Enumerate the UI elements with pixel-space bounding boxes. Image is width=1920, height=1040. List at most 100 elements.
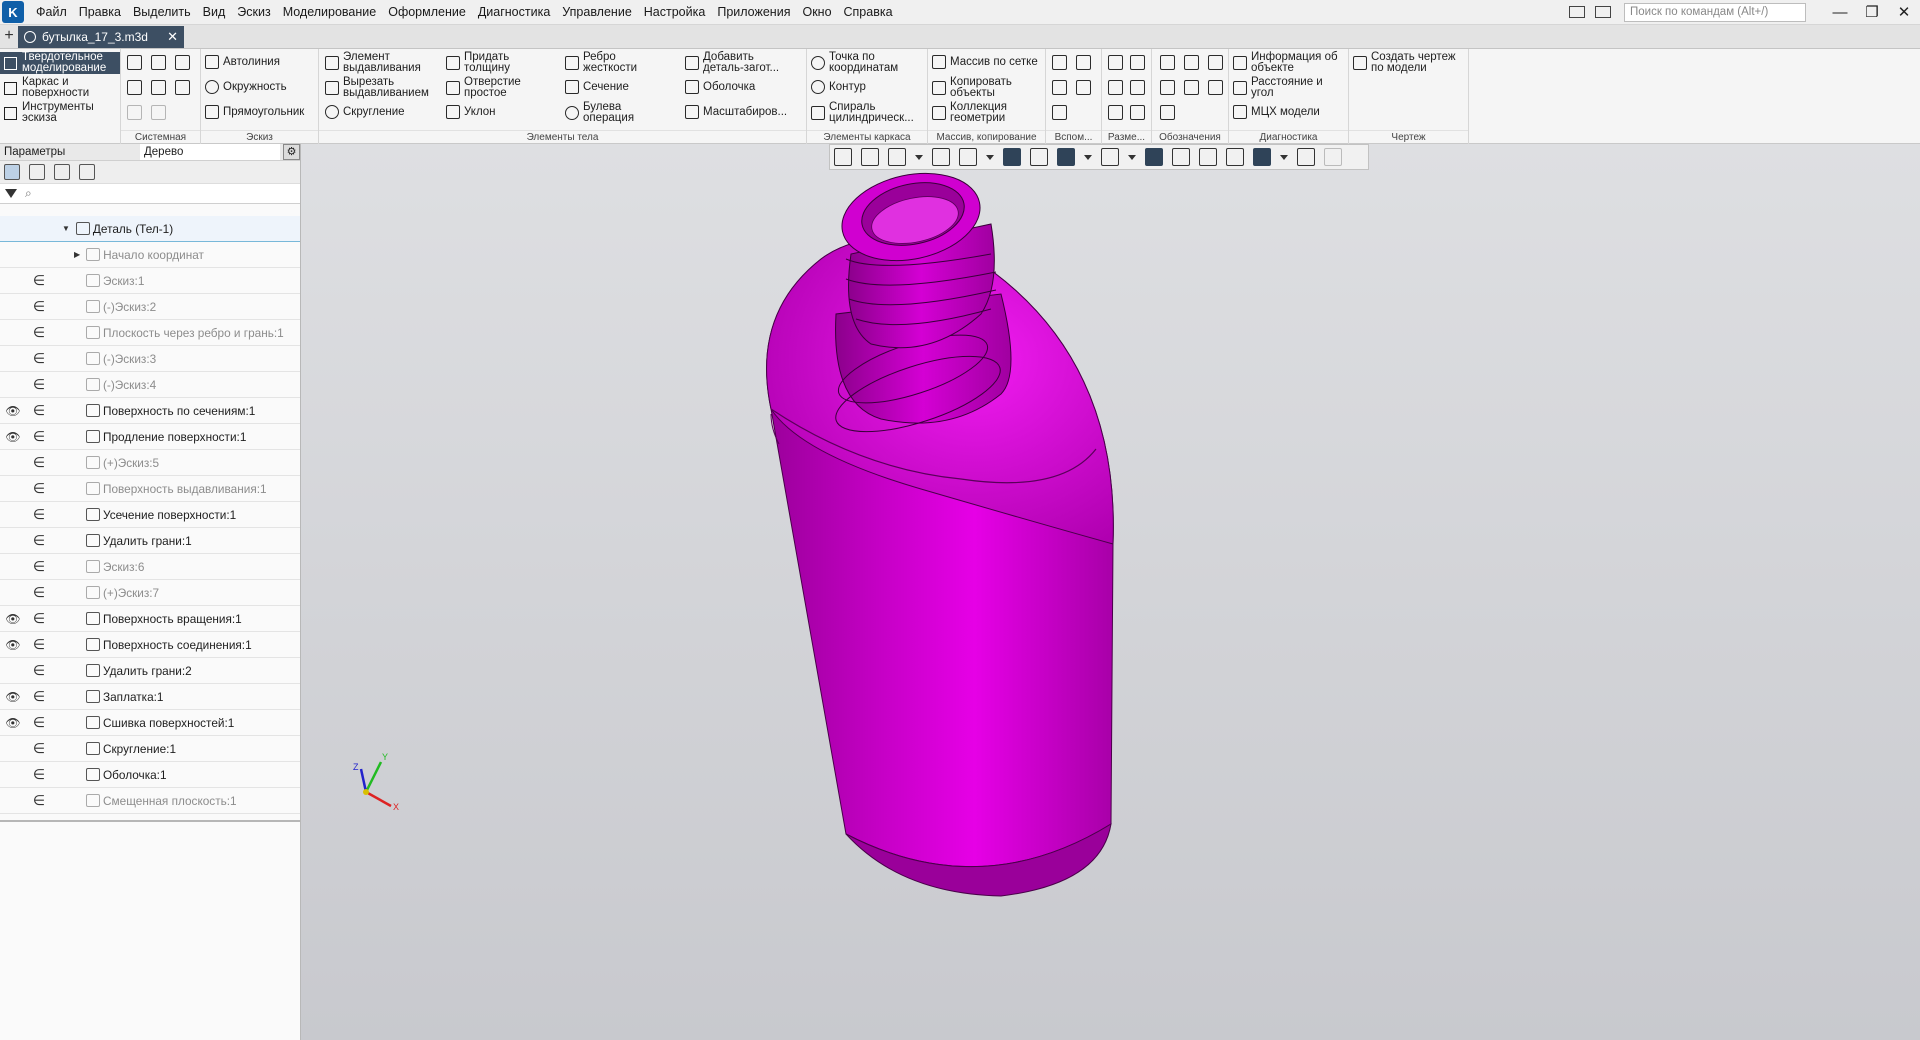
thicken-button[interactable]: Придать толщину	[446, 51, 510, 74]
tree-row[interactable]: ∈ Усечение поверхности:1	[0, 502, 300, 528]
redo-icon[interactable]	[151, 105, 166, 120]
add-part-button[interactable]: Добавить деталь-загот...	[685, 51, 779, 74]
tree-row[interactable]: ∈ Смещенная плоскость:1	[0, 788, 300, 814]
plane-icon[interactable]	[1052, 55, 1067, 70]
roughness-icon[interactable]	[1184, 55, 1199, 70]
relation-icon[interactable]: ∈	[26, 662, 52, 679]
relation-icon[interactable]: ∈	[26, 584, 52, 601]
relation-icon[interactable]: ∈	[26, 532, 52, 549]
tree-row[interactable]: 👁 ∈ Поверхность вращения:1	[0, 606, 300, 632]
document-tab[interactable]: бутылка_17_3.m3d ✕	[18, 26, 184, 48]
marking-icon[interactable]	[1184, 80, 1199, 95]
restore-button[interactable]: ❐	[1856, 3, 1888, 21]
tab-parameters[interactable]: Параметры	[0, 144, 140, 160]
angle-dim-icon[interactable]	[1130, 80, 1145, 95]
auto-dim-icon[interactable]	[1108, 105, 1123, 120]
autoline-button[interactable]: Автолиния	[205, 55, 280, 69]
tree-search-input[interactable]: ⌕	[25, 186, 32, 201]
visibility-eye-icon[interactable]: 👁	[0, 716, 26, 730]
expand-arrow-icon[interactable]: ▶	[74, 250, 80, 259]
tree-row[interactable]: ∈ Эскиз:1	[0, 268, 300, 294]
menu-item[interactable]: Справка	[838, 0, 899, 25]
print-icon[interactable]	[127, 80, 142, 95]
relation-icon[interactable]: ∈	[26, 324, 52, 341]
boolean-button[interactable]: Булева операция	[565, 101, 634, 124]
layout-icon[interactable]	[1569, 6, 1585, 18]
tolerance-icon[interactable]	[1160, 80, 1175, 95]
linear-dim-icon[interactable]	[1108, 55, 1123, 70]
tree-row[interactable]: 👁 ∈ Поверхность соединения:1	[0, 632, 300, 658]
axis-icon[interactable]	[1076, 55, 1091, 70]
relation-icon[interactable]: ∈	[26, 480, 52, 497]
bottle-model[interactable]: X Y Z	[301, 144, 1920, 1040]
command-search-input[interactable]: Поиск по командам (Alt+/)	[1624, 2, 1806, 22]
relation-icon[interactable]: ∈	[26, 272, 52, 289]
tree-row[interactable]: 👁 ∈ Сшивка поверхностей:1	[0, 710, 300, 736]
menu-item[interactable]: Выделить	[127, 0, 197, 25]
point-by-coords-button[interactable]: Точка по координатам	[811, 51, 898, 74]
create-drawing-button[interactable]: Создать чертеж по модели	[1353, 51, 1456, 74]
grid-array-button[interactable]: Массив по сетке	[932, 55, 1038, 69]
menu-item[interactable]: Вид	[197, 0, 232, 25]
tree-relations-icon[interactable]	[54, 164, 70, 180]
open-file-icon[interactable]	[151, 55, 166, 70]
relation-icon[interactable]: ∈	[26, 766, 52, 783]
tree-row[interactable]: ∈ Оболочка:1	[0, 762, 300, 788]
relation-icon[interactable]: ∈	[26, 610, 52, 627]
extrude-button[interactable]: Элемент выдавливания	[325, 51, 421, 74]
thread-icon[interactable]	[1208, 80, 1223, 95]
visibility-eye-icon[interactable]: 👁	[0, 638, 26, 652]
tree-row[interactable]: ∈ (-)Эскиз:3	[0, 346, 300, 372]
fullscreen-icon[interactable]	[1595, 6, 1611, 18]
tree-row[interactable]: ∈ Скругление:1	[0, 736, 300, 762]
menu-item[interactable]: Приложения	[711, 0, 796, 25]
relation-icon[interactable]: ∈	[26, 350, 52, 367]
visibility-eye-icon[interactable]: 👁	[0, 612, 26, 626]
copy-objects-button[interactable]: Копировать объекты	[932, 76, 1012, 99]
relation-icon[interactable]: ∈	[26, 636, 52, 653]
distance-angle-button[interactable]: Расстояние и угол	[1233, 76, 1323, 99]
object-info-button[interactable]: Информация об объекте	[1233, 51, 1338, 74]
tree-row[interactable]: ∈ Удалить грани:2	[0, 658, 300, 684]
menu-item[interactable]: Управление	[556, 0, 638, 25]
draft-button[interactable]: Уклон	[446, 105, 496, 119]
tree-structure-icon[interactable]	[4, 164, 20, 180]
section-button[interactable]: Сечение	[565, 80, 629, 94]
close-tab-button[interactable]: ✕	[167, 29, 178, 45]
helix-button[interactable]: Спираль цилиндрическ...	[811, 101, 914, 124]
relation-icon[interactable]: ∈	[26, 792, 52, 809]
hole-button[interactable]: Отверстие простое	[446, 76, 521, 99]
preview-icon[interactable]	[151, 80, 166, 95]
tree-row[interactable]: ∈ Эскиз:6	[0, 554, 300, 580]
tree-row[interactable]: ∈ Удалить грани:1	[0, 528, 300, 554]
new-document-button[interactable]: +	[0, 26, 18, 48]
filter-icon[interactable]	[5, 189, 17, 198]
new-file-icon[interactable]	[127, 55, 142, 70]
relation-icon[interactable]: ∈	[26, 376, 52, 393]
save-all-icon[interactable]	[175, 80, 190, 95]
menu-item[interactable]: Диагностика	[472, 0, 556, 25]
menu-item[interactable]: Эскиз	[231, 0, 276, 25]
relation-icon[interactable]: ∈	[26, 558, 52, 575]
app-logo-icon[interactable]: K	[2, 1, 24, 23]
diameter-dim-icon[interactable]	[1130, 55, 1145, 70]
tree-row[interactable]: ∈ Плоскость через ребро и грань:1	[0, 320, 300, 346]
menu-item[interactable]: Файл	[30, 0, 73, 25]
visibility-eye-icon[interactable]: 👁	[0, 690, 26, 704]
panel-splitter[interactable]	[0, 820, 300, 822]
visibility-eye-icon[interactable]: 👁	[0, 430, 26, 444]
text-icon[interactable]	[1160, 105, 1175, 120]
tree-row[interactable]: 👁 ∈ Поверхность по сечениям:1	[0, 398, 300, 424]
contour-button[interactable]: Контур	[811, 80, 866, 94]
relation-icon[interactable]: ∈	[26, 454, 52, 471]
radial-dim-icon[interactable]	[1108, 80, 1123, 95]
relation-icon[interactable]: ∈	[26, 428, 52, 445]
relation-icon[interactable]: ∈	[26, 714, 52, 731]
undo-icon[interactable]	[127, 105, 142, 120]
mode-wireframe-surfaces-button[interactable]: Каркас и поверхности	[0, 76, 120, 99]
tree-row[interactable]: ∈ (+)Эскиз:7	[0, 580, 300, 606]
tab-tree[interactable]: Дерево	[140, 144, 280, 160]
mass-properties-button[interactable]: МЦХ модели	[1233, 105, 1320, 119]
gear-icon[interactable]: ⚙	[283, 144, 300, 160]
relation-icon[interactable]: ∈	[26, 688, 52, 705]
